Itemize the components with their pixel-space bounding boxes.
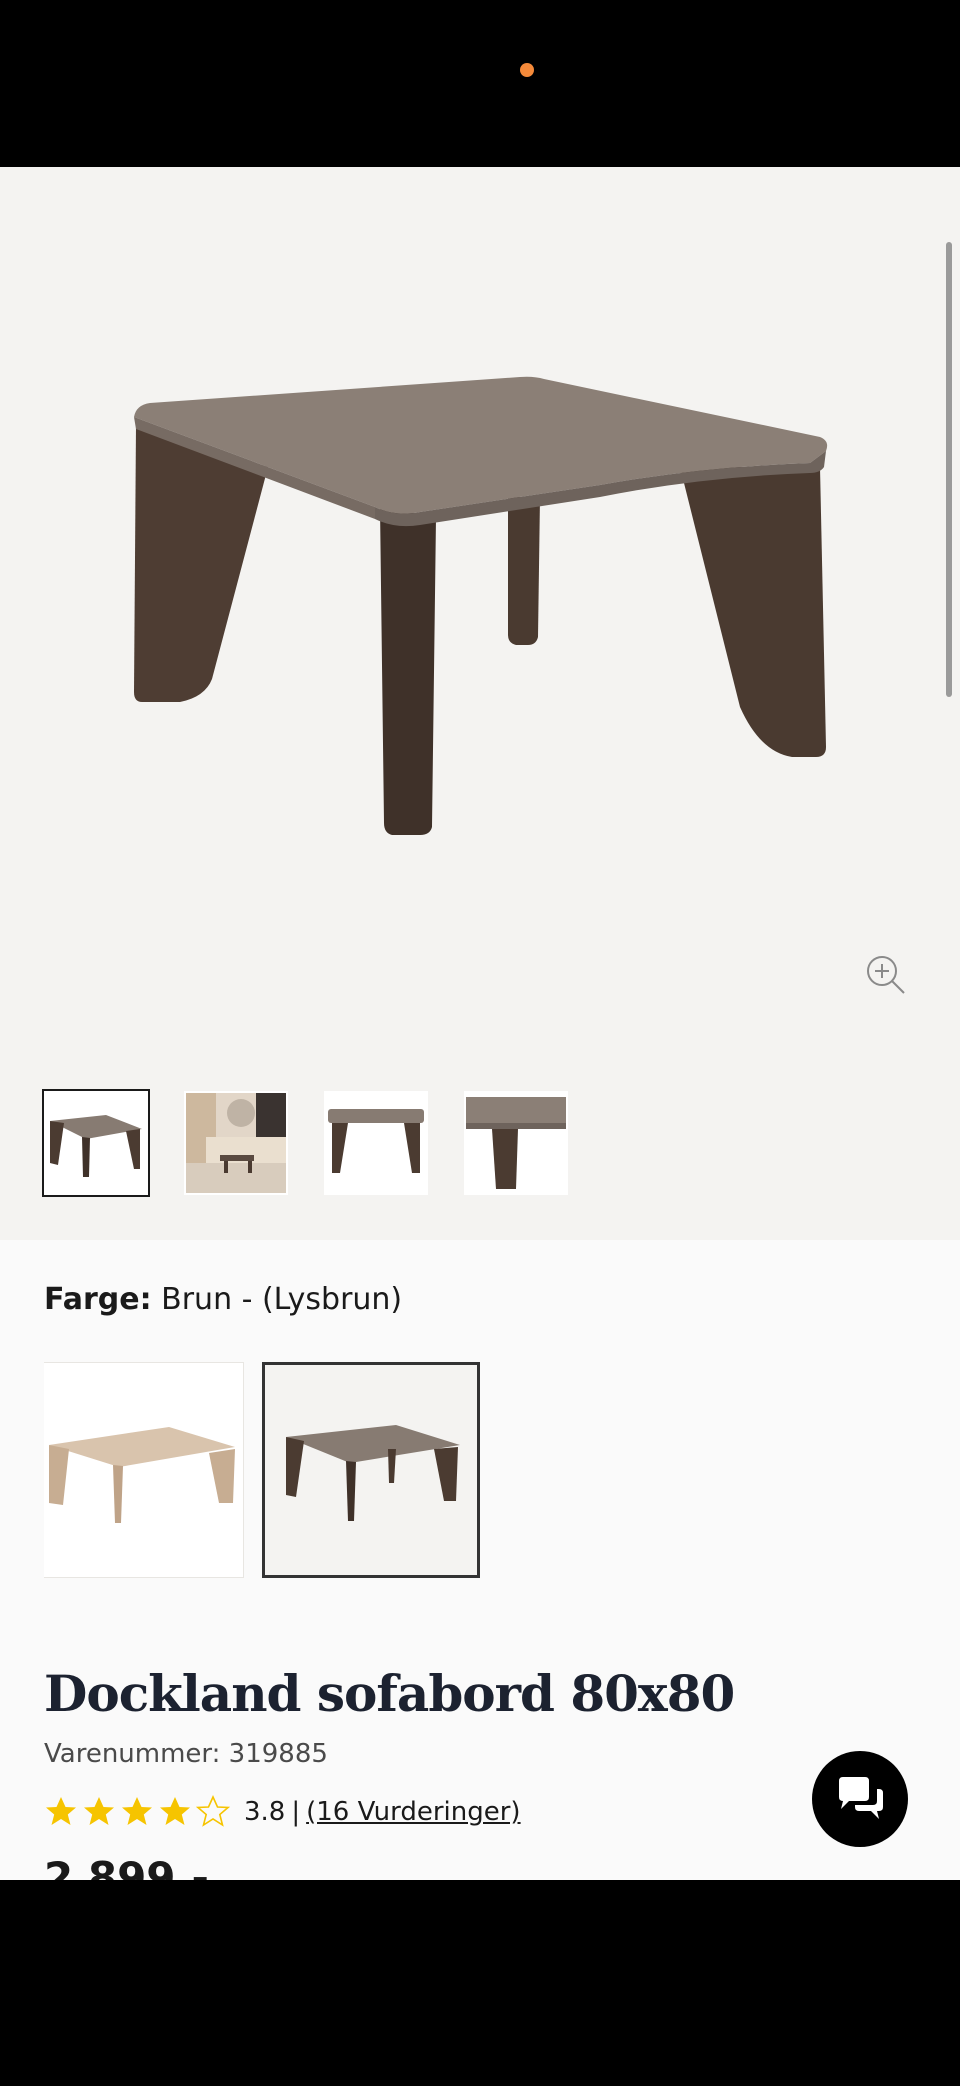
thumbnail-2[interactable] (184, 1091, 288, 1195)
star-empty-icon (196, 1795, 230, 1827)
system-nav-bar (0, 1880, 960, 2086)
table-lifestyle-icon (186, 1093, 286, 1193)
star-filled-icon (84, 1797, 114, 1825)
star-filled-icon (160, 1797, 190, 1825)
rating-stars (44, 1795, 230, 1829)
color-value: Brun - (Lysbrun) (161, 1282, 403, 1317)
product-title: Dockland sofabord 80x80 (44, 1664, 735, 1723)
star-filled-icon (46, 1797, 76, 1825)
image-scrollbar[interactable] (946, 242, 952, 697)
thumbnail-strip (42, 1089, 568, 1197)
rating-value: 3.8 (244, 1797, 286, 1827)
color-label: Farge: (44, 1282, 152, 1317)
color-swatches (44, 1362, 480, 1578)
color-selection-label: Farge: Brun - (Lysbrun) (44, 1282, 402, 1317)
zoom-icon[interactable] (864, 953, 908, 997)
chat-bubbles-icon (839, 1777, 883, 1819)
star-filled-icon (122, 1797, 152, 1825)
product-rating: 3.8 | (16 Vurderinger) (44, 1795, 521, 1829)
product-price: 2 899,- (44, 1853, 209, 1880)
reviews-link[interactable]: (16 Vurderinger) (306, 1797, 520, 1827)
table-detail-icon (466, 1097, 566, 1189)
swatch-light-oak[interactable] (44, 1362, 244, 1578)
thumbnail-1[interactable] (42, 1089, 150, 1197)
table-side-icon (328, 1109, 424, 1173)
image-gallery (0, 167, 960, 1240)
rating-separator: | (291, 1797, 301, 1827)
table-brown-icon (286, 1425, 460, 1521)
product-page: Farge: Brun - (Lysbrun) Dockland sofabor… (0, 167, 960, 1880)
status-bar (0, 0, 960, 167)
table-front-icon (50, 1115, 142, 1177)
product-sku: Varenummer: 319885 (44, 1739, 328, 1769)
notification-dot (520, 63, 534, 77)
chat-button[interactable] (812, 1751, 908, 1847)
table-light-oak-icon (48, 1427, 235, 1523)
swatch-brown[interactable] (262, 1362, 480, 1578)
thumbnail-3[interactable] (324, 1091, 428, 1195)
thumbnail-4[interactable] (464, 1091, 568, 1195)
main-product-image[interactable] (0, 167, 960, 1067)
